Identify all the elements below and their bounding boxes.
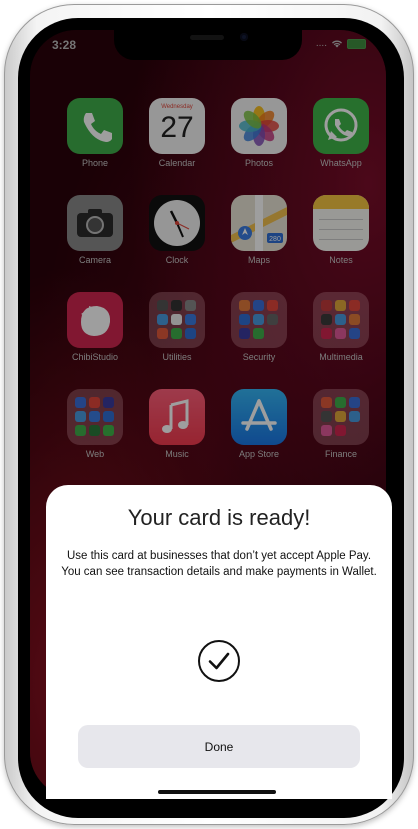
- folder-finance[interactable]: Finance: [312, 389, 370, 465]
- notch: [114, 30, 302, 60]
- app-camera[interactable]: Camera: [66, 195, 124, 271]
- app-store-icon: [231, 389, 287, 445]
- folder-security[interactable]: Security: [230, 292, 288, 368]
- status-indicators: ....: [316, 38, 366, 49]
- app-chibistudio[interactable]: ChibiStudio: [66, 292, 124, 368]
- sheet-message: Use this card at businesses that don’t y…: [61, 550, 377, 578]
- app-app-store[interactable]: App Store: [230, 389, 288, 465]
- app-calendar[interactable]: Wednesday 27 Calendar: [148, 98, 206, 174]
- app-photos[interactable]: Photos: [230, 98, 288, 174]
- app-label: Camera: [78, 255, 111, 265]
- signal-dots: ....: [315, 38, 327, 49]
- app-label: Photos: [244, 158, 274, 168]
- app-label: Maps: [247, 255, 270, 265]
- folder-utilities[interactable]: Utilities: [148, 292, 206, 368]
- app-label: Phone: [81, 158, 109, 168]
- app-label: Multimedia: [319, 352, 363, 362]
- app-phone[interactable]: Phone: [66, 98, 124, 174]
- app-label: Clock: [165, 255, 189, 265]
- multimedia-folder-icon: [313, 292, 369, 348]
- app-label: Music: [165, 449, 189, 459]
- sheet-title: Your card is ready!: [127, 505, 311, 530]
- speaker-grille: [190, 35, 224, 40]
- chibistudio-icon: [67, 292, 123, 348]
- app-label: WhatsApp: [320, 158, 362, 168]
- clock-icon: [149, 195, 205, 251]
- status-time: 3:28: [52, 38, 77, 52]
- finance-folder-icon: [313, 389, 369, 445]
- music-icon: [149, 389, 205, 445]
- app-music[interactable]: Music: [148, 389, 206, 465]
- app-whatsapp[interactable]: WhatsApp: [312, 98, 370, 174]
- web-folder-icon: [67, 389, 123, 445]
- home-indicator[interactable]: [158, 790, 276, 794]
- app-label: Utilities: [162, 352, 192, 362]
- battery-icon: [347, 38, 366, 49]
- notes-icon: [313, 195, 369, 251]
- done-button[interactable]: Done: [78, 725, 360, 768]
- calendar-day: 27: [160, 111, 194, 144]
- app-clock[interactable]: Clock: [148, 195, 206, 271]
- whatsapp-icon: [313, 98, 369, 154]
- app-maps[interactable]: 280 Maps: [230, 195, 288, 271]
- utilities-folder-icon: [149, 292, 205, 348]
- app-label: Web: [85, 449, 105, 459]
- app-label: ChibiStudio: [71, 352, 119, 362]
- folder-web[interactable]: Web: [66, 389, 124, 465]
- calendar-weekday: Wednesday: [161, 104, 193, 110]
- phone-icon: [67, 98, 123, 154]
- app-label: Notes: [329, 255, 353, 265]
- app-label: Calendar: [158, 158, 196, 168]
- photos-icon: [231, 98, 287, 154]
- camera-icon: [67, 195, 123, 251]
- checkmark-icon: [198, 640, 240, 682]
- calendar-icon: Wednesday 27: [149, 98, 205, 154]
- app-label: Security: [242, 352, 276, 362]
- front-camera: [240, 33, 248, 41]
- app-label: Finance: [324, 449, 358, 459]
- maps-icon: 280: [231, 195, 287, 251]
- card-ready-sheet: Your card is ready! Use this card at bus…: [46, 485, 392, 799]
- app-label: App Store: [238, 449, 280, 459]
- wifi-icon: [332, 40, 342, 48]
- folder-multimedia[interactable]: Multimedia: [312, 292, 370, 368]
- app-notes[interactable]: Notes: [312, 195, 370, 271]
- maps-route-badge: 280: [269, 236, 281, 243]
- security-folder-icon: [231, 292, 287, 348]
